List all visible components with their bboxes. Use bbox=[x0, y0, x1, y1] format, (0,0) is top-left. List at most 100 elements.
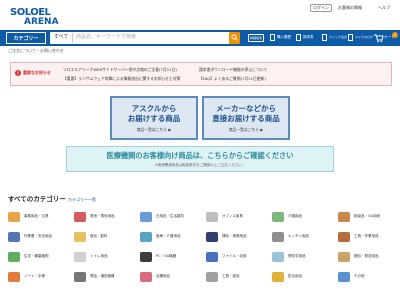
category-item[interactable]: 日用品・生活雑貨 bbox=[140, 210, 204, 224]
panel-link[interactable]: 商品一覧はこちら ▶ bbox=[112, 128, 196, 132]
category-item[interactable]: 店舗用品 bbox=[140, 270, 204, 284]
category-item[interactable]: 事務用品・文具 bbox=[8, 210, 72, 224]
panel-title-line: メーカーなどから bbox=[216, 104, 276, 113]
category-item[interactable]: 作業着・安全用品 bbox=[8, 230, 72, 244]
category-item[interactable]: 医療・介護用品 bbox=[140, 230, 204, 244]
askul-delivery-panel[interactable]: アスクルから お届けする商品 商品一覧はこちら ▶ bbox=[110, 96, 198, 140]
workwear-icon bbox=[8, 232, 20, 242]
store-icon bbox=[140, 272, 152, 282]
category-label: 梱包・発送用品 bbox=[354, 254, 379, 258]
category-item[interactable]: 電池・電気用品 bbox=[74, 210, 138, 224]
cart-count-badge: 0 bbox=[392, 32, 398, 38]
nav-item-label: クイック注文 bbox=[329, 35, 348, 39]
category-label: トイレ用品 bbox=[90, 254, 108, 258]
notice-item[interactable]: 【重要】ランサムウェア攻撃による情報流出に関するお知らせと対策 bbox=[63, 77, 180, 81]
category-item[interactable]: 介護用品 bbox=[272, 210, 336, 224]
medical-banner[interactable]: 医療機関のお客様向け商品は、こちらからご確認ください ※医療関連商品は取扱条件を… bbox=[66, 146, 334, 172]
packing-icon bbox=[338, 252, 350, 262]
category-item[interactable]: 工具・作業用品 bbox=[338, 230, 398, 244]
panel-title-line: お届けする商品 bbox=[127, 114, 181, 123]
cleaning-icon bbox=[206, 232, 218, 242]
help-link[interactable]: ヘルプ bbox=[378, 6, 390, 10]
category-label: 生花・観葉植物 bbox=[24, 254, 49, 258]
toilet-icon bbox=[74, 252, 86, 262]
nav-item-my-catalog[interactable]: マイカタログ bbox=[346, 31, 374, 45]
alert-icon bbox=[15, 70, 21, 76]
category-item[interactable]: 梱包・発送用品 bbox=[338, 250, 398, 264]
notice-item[interactable]: 【FAQ】よくあるご質問(7月11日更新) bbox=[199, 77, 266, 81]
category-item[interactable]: 工具・部品 bbox=[206, 270, 270, 284]
breadcrumb[interactable]: ご注文について・お問い合わせ bbox=[8, 49, 64, 53]
paper-icon bbox=[338, 212, 350, 222]
category-item[interactable]: 防災用品 bbox=[272, 270, 336, 284]
login-button[interactable]: ログイン bbox=[310, 4, 332, 12]
nav-item-label: 購入履歴 bbox=[277, 35, 291, 39]
direct-delivery-panel[interactable]: メーカーなどから 直接お届けする商品 商品一覧はこちら ▶ bbox=[202, 96, 290, 140]
category-label: 掃除・清掃用品 bbox=[222, 234, 247, 238]
category-item[interactable]: PC・OA機器 bbox=[140, 250, 204, 264]
category-label: その他 bbox=[354, 274, 365, 278]
search-divider bbox=[72, 33, 73, 43]
category-label: 工具・部品 bbox=[222, 274, 240, 278]
file-icon bbox=[206, 252, 218, 262]
category-item[interactable]: 電話・通信機器 bbox=[74, 270, 138, 284]
search-icon bbox=[231, 34, 238, 41]
category-list-link[interactable]: カテゴリー一覧 bbox=[68, 198, 96, 202]
cart-button[interactable]: カート 0 bbox=[372, 31, 398, 45]
disaster-icon bbox=[272, 272, 284, 282]
other-icon bbox=[338, 272, 350, 282]
category-item[interactable]: 紙製品・OA用紙 bbox=[338, 210, 398, 224]
nav-item-invoice[interactable]: 請求書 bbox=[294, 31, 320, 45]
catalog-icon bbox=[348, 34, 353, 41]
category-label: 工具・作業用品 bbox=[354, 234, 379, 238]
furniture-icon bbox=[206, 212, 218, 222]
quick-order-icon bbox=[322, 34, 327, 41]
nav-item-label: 請求書 bbox=[303, 35, 314, 39]
care-icon bbox=[272, 212, 284, 222]
category-item[interactable]: キッチン用品 bbox=[272, 230, 336, 244]
category-label: 店舗用品 bbox=[156, 274, 170, 278]
categories-heading: すべてのカテゴリー bbox=[8, 195, 66, 203]
plant-icon bbox=[8, 252, 20, 262]
panel-title-line: 直接お届けする商品 bbox=[212, 114, 280, 123]
category-item[interactable]: トイレ用品 bbox=[74, 250, 138, 264]
lab-icon bbox=[272, 252, 284, 262]
logo[interactable]: SOLOEL ARENA bbox=[10, 8, 68, 32]
category-item[interactable]: 理化学用品 bbox=[272, 250, 336, 264]
category-label: 電池・電気用品 bbox=[90, 214, 115, 218]
category-label: 理化学用品 bbox=[288, 254, 306, 258]
cart-icon bbox=[374, 34, 384, 43]
notice-item[interactable]: 請求書ダウンロード機能の停止について bbox=[199, 68, 267, 72]
category-item[interactable]: 掃除・清掃用品 bbox=[206, 230, 270, 244]
category-label: ファイル・収納 bbox=[222, 254, 247, 258]
nav-item-quick-order[interactable]: クイック注文 bbox=[320, 31, 348, 45]
customer-info-link[interactable]: お客様の情報 bbox=[338, 6, 362, 10]
nav-item-label: マイカタログ bbox=[355, 35, 374, 39]
category-item[interactable]: その他 bbox=[338, 270, 398, 284]
search-button[interactable] bbox=[229, 32, 240, 44]
category-label: 医療・介護用品 bbox=[156, 234, 181, 238]
category-item[interactable]: オフィス家具 bbox=[206, 210, 270, 224]
category-label: 食品・飲料 bbox=[90, 234, 108, 238]
tools-icon bbox=[338, 232, 350, 242]
panel-link[interactable]: 商品一覧はこちら ▶ bbox=[204, 128, 288, 132]
category-item[interactable]: 食品・飲料 bbox=[74, 230, 138, 244]
stationery-icon bbox=[8, 212, 20, 222]
pc-icon bbox=[140, 252, 152, 262]
notice-label: 重要なお知らせ bbox=[23, 70, 51, 75]
category-item[interactable]: ファイル・収納 bbox=[206, 250, 270, 264]
important-notice-box: 重要なお知らせ ソロエルアリーナWEBサイトサーバー保守点検のご注意(7月11日… bbox=[10, 62, 392, 86]
search-scope-select[interactable]: すべて bbox=[54, 35, 68, 40]
nav-item-history[interactable]: 購入履歴 bbox=[268, 31, 294, 45]
notice-item[interactable]: ソロエルアリーナWEBサイトサーバー保守点検のご注意(7月11日) bbox=[63, 68, 177, 72]
battery-icon bbox=[74, 212, 86, 222]
category-label: キッチン用品 bbox=[288, 234, 309, 238]
category-grid: 事務用品・文具 電池・電気用品 日用品・生活雑貨 オフィス家具 介護用品 紙製品… bbox=[0, 206, 400, 300]
category-item[interactable]: 生花・観葉植物 bbox=[8, 250, 72, 264]
category-item[interactable]: ノート・手帳 bbox=[8, 270, 72, 284]
category-label: オフィス家具 bbox=[222, 214, 243, 218]
category-menu-button[interactable]: カテゴリー bbox=[6, 32, 46, 44]
search-input[interactable]: 商品名、キーワードで検索 bbox=[76, 35, 136, 40]
detail-search-button[interactable]: 詳細検索 bbox=[248, 34, 264, 42]
household-icon bbox=[140, 212, 152, 222]
